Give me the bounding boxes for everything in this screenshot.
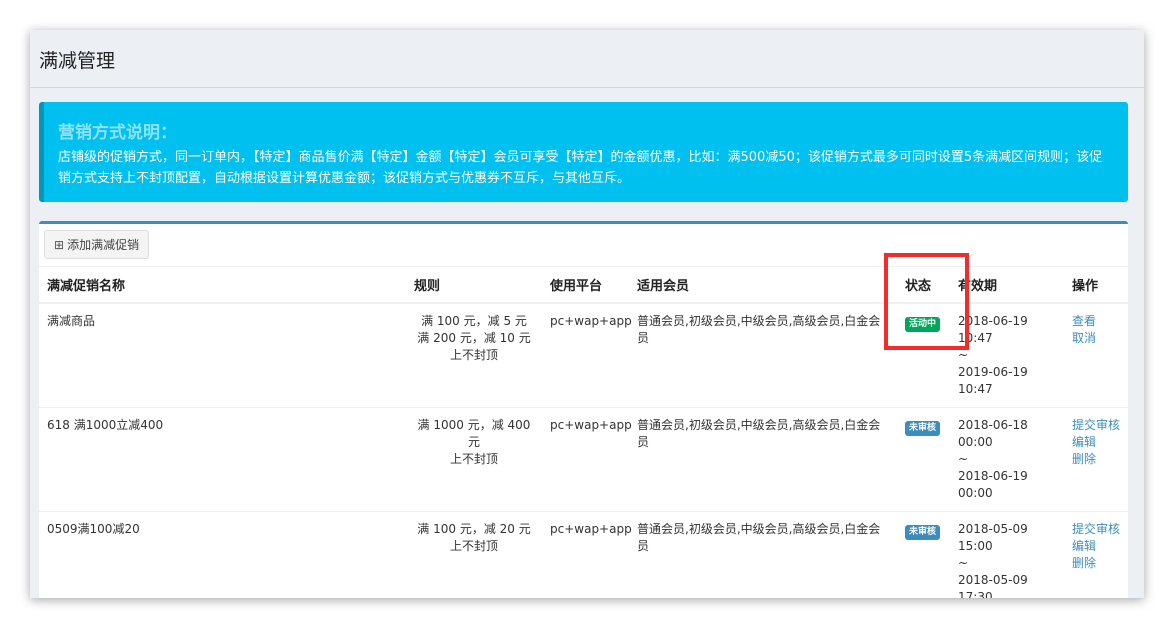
validity-separator: ~ [958, 348, 969, 362]
validity-end: 2018-06-19 00:00 [958, 469, 1028, 500]
callout-text: 店铺级的促销方式，同一订单内，【特定】商品售价满【特定】金额【特定】会员可享受【… [58, 150, 1103, 186]
promo-members: 普通会员,初级会员,中级会员,高级会员,白金会员 [629, 511, 897, 598]
validity-separator: ~ [958, 452, 969, 466]
rule-line: 满 100 元，减 20 元 [417, 522, 531, 536]
promo-rules: 满 100 元，减 20 元 上不封顶 [406, 511, 542, 598]
promo-members: 普通会员,初级会员,中级会员,高级会员,白金会员 [629, 407, 897, 512]
header-platform: 使用平台 [542, 267, 629, 304]
callout-title: 营销方式说明： [58, 123, 177, 143]
table-row: 满减商品 满 100 元，减 5 元 满 200 元，减 10 元 上不封顶 p… [39, 303, 1128, 408]
promo-name: 618 满1000立减400 [39, 407, 406, 512]
validity-start: 2018-06-18 00:00 [958, 418, 1028, 449]
rule-line: 上不封顶 [449, 452, 498, 466]
validity-end: 2019-06-19 10:47 [958, 365, 1028, 396]
status-badge: 未审核 [905, 525, 941, 540]
header-name: 满减促销名称 [39, 267, 406, 304]
promo-status-cell: 未审核 [897, 511, 950, 598]
header-status: 状态 [897, 267, 950, 304]
promo-platform: pc+wap+app [542, 303, 632, 408]
table-header-row: 满减促销名称 规则 使用平台 适用会员 状态 有效期 操作 [39, 267, 1128, 304]
promo-name: 0509满100减20 [39, 511, 406, 598]
app-window: 满减管理 营销方式说明： 店铺级的促销方式，同一订单内，【特定】商品售价满【特定… [30, 30, 1144, 598]
page-header: 满减管理 [30, 30, 1144, 88]
status-badge: 未审核 [905, 421, 941, 436]
validity-separator: ~ [958, 556, 969, 570]
add-promotion-label: 添加满减促销 [67, 238, 140, 252]
rule-line: 满 1000 元，减 400 元 [417, 418, 531, 449]
promo-actions: 提交审核 编辑 删除 [1064, 407, 1128, 512]
promo-members: 普通会员,初级会员,中级会员,高级会员,白金会员 [629, 303, 897, 408]
rule-line: 满 200 元，减 10 元 [417, 331, 531, 345]
header-validity: 有效期 [950, 267, 1064, 304]
promo-validity: 2018-06-19 10:47 ~ 2019-06-19 10:47 [950, 303, 1064, 408]
info-callout: 营销方式说明： 店铺级的促销方式，同一订单内，【特定】商品售价满【特定】金额【特… [39, 102, 1128, 202]
header-rules: 规则 [406, 267, 542, 304]
promo-platform: pc+wap+app [542, 511, 632, 598]
delete-link[interactable]: 删除 [1072, 451, 1120, 468]
rule-line: 满 100 元，减 5 元 [421, 314, 527, 328]
delete-link[interactable]: 删除 [1072, 555, 1120, 572]
page-title: 满减管理 [39, 50, 116, 72]
promo-name: 满减商品 [39, 303, 406, 408]
add-promotion-button[interactable]: ⊞ 添加满减促销 [44, 230, 150, 259]
promo-validity: 2018-05-09 15:00 ~ 2018-05-09 17:30 [950, 511, 1064, 598]
promotion-list-box: ⊞ 添加满减促销 满减促销名称 规则 使用平台 适用会员 状态 有效期 操作 满… [39, 221, 1128, 598]
rule-line: 上不封顶 [449, 539, 498, 553]
submit-review-link[interactable]: 提交审核 [1072, 521, 1120, 538]
promo-status-cell: 未审核 [897, 407, 950, 512]
validity-start: 2018-06-19 10:47 [958, 314, 1028, 345]
rule-line: 上不封顶 [449, 348, 498, 362]
plus-square-icon: ⊞ [54, 237, 65, 252]
view-link[interactable]: 查看 [1072, 313, 1120, 330]
promo-validity: 2018-06-18 00:00 ~ 2018-06-19 00:00 [950, 407, 1064, 512]
validity-start: 2018-05-09 15:00 [958, 522, 1028, 553]
status-badge: 活动中 [905, 317, 941, 332]
table-row: 0509满100减20 满 100 元，减 20 元 上不封顶 pc+wap+a… [39, 511, 1128, 598]
promo-platform: pc+wap+app [542, 407, 632, 512]
promotion-table: 满减促销名称 规则 使用平台 适用会员 状态 有效期 操作 满减商品 满 100… [39, 267, 1128, 598]
header-actions: 操作 [1064, 267, 1128, 304]
submit-review-link[interactable]: 提交审核 [1072, 417, 1120, 434]
promo-actions: 查看 取消 [1064, 303, 1128, 408]
toolbar: ⊞ 添加满减促销 [39, 224, 1128, 267]
header-members: 适用会员 [629, 267, 897, 304]
promo-rules: 满 100 元，减 5 元 满 200 元，减 10 元 上不封顶 [406, 303, 542, 408]
validity-end: 2018-05-09 17:30 [958, 573, 1028, 598]
edit-link[interactable]: 编辑 [1072, 538, 1120, 555]
promo-status-cell: 活动中 [897, 303, 950, 408]
table-row: 618 满1000立减400 满 1000 元，减 400 元 上不封顶 pc+… [39, 407, 1128, 512]
edit-link[interactable]: 编辑 [1072, 434, 1120, 451]
cancel-link[interactable]: 取消 [1072, 330, 1120, 347]
promo-rules: 满 1000 元，减 400 元 上不封顶 [406, 407, 542, 512]
promo-actions: 提交审核 编辑 删除 [1064, 511, 1128, 598]
